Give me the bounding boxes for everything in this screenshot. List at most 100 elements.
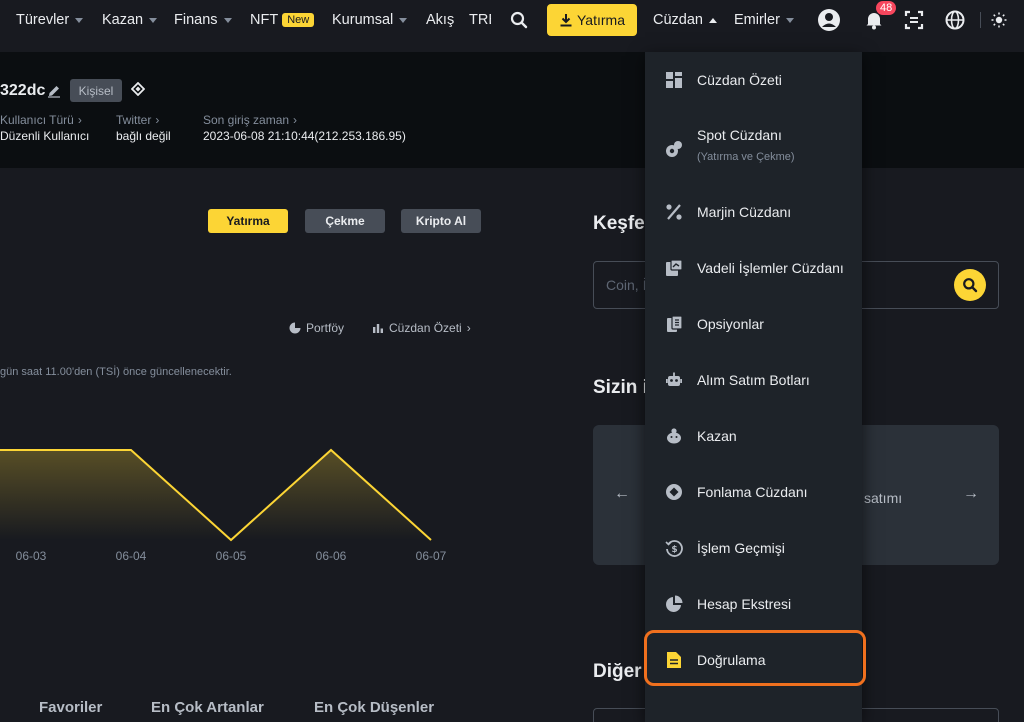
top-nav: Türevler Kazan Finans NFT New Kurumsal Ak… xyxy=(0,0,1024,40)
menu-item-sublabel: (Yatırma ve Çekme) xyxy=(697,151,795,163)
chart-x-tick-label: 06-03 xyxy=(16,549,47,563)
menu-item-account-statement[interactable]: Hesap Ekstresi xyxy=(645,578,862,630)
notification-badge: 48 xyxy=(876,1,897,15)
nav-trade[interactable]: TRE xyxy=(469,0,491,40)
account-type-tag: Kişisel xyxy=(70,79,122,102)
tab-favorites[interactable]: Favoriler xyxy=(39,699,102,716)
portfolio-link[interactable]: Portföy xyxy=(289,321,344,335)
menu-item-options[interactable]: Opsiyonlar xyxy=(645,298,862,350)
coin-search-placeholder: Coin, İ xyxy=(606,277,647,293)
grid-icon xyxy=(663,69,685,91)
nav-earn[interactable]: Kazan xyxy=(102,0,158,40)
user-id: 322dc xyxy=(0,82,46,99)
nav-derivatives[interactable]: Türevler xyxy=(16,0,84,40)
futures-icon xyxy=(663,257,685,279)
chevron-down-icon xyxy=(223,17,232,23)
last-login-label[interactable]: Son giriş zaman › xyxy=(203,113,297,127)
nav-derivatives-label: Türevler xyxy=(16,12,70,28)
deposit-small-button[interactable]: Yatırma xyxy=(208,209,288,233)
edit-icon[interactable] xyxy=(47,84,61,103)
chevron-right-icon: › xyxy=(466,321,471,335)
yours-title: Sizin i xyxy=(593,377,648,398)
arrow-right-icon[interactable]: → xyxy=(963,485,979,503)
nav-earn-label: Kazan xyxy=(102,12,144,28)
nav-orders[interactable]: Emirler xyxy=(734,0,794,40)
menu-item-margin-wallet[interactable]: Marjin Cüzdanı xyxy=(645,186,862,238)
nav-feed-label: Akış xyxy=(426,12,455,28)
percent-icon xyxy=(663,201,685,223)
search-icon[interactable] xyxy=(507,8,531,32)
arrow-left-icon[interactable]: ← xyxy=(614,485,630,503)
nav-finance[interactable]: Finans xyxy=(174,0,232,40)
menu-item-wallet-overview[interactable]: Cüzdan Özeti xyxy=(645,54,862,106)
chart-x-tick-label: 06-06 xyxy=(316,549,347,563)
menu-item-earn[interactable]: Kazan xyxy=(645,410,862,462)
app-root: Türevler Kazan Finans NFT New Kurumsal Ak… xyxy=(0,0,1024,722)
menu-item-futures-wallet[interactable]: Vadeli İşlemler Cüzdanı xyxy=(645,242,862,294)
robot-icon xyxy=(663,369,685,391)
piggy-icon xyxy=(663,425,685,447)
search-button[interactable] xyxy=(954,269,986,301)
portfolio-label: Portföy xyxy=(306,321,345,335)
download-icon xyxy=(560,14,572,27)
search-icon xyxy=(963,278,978,293)
sun-icon[interactable] xyxy=(987,8,1011,32)
verification-highlight xyxy=(644,630,866,686)
menu-item-label: Opsiyonlar xyxy=(697,316,764,332)
nav-divider xyxy=(980,12,981,28)
menu-item-spot-wallet[interactable]: Spot Cüzdanı (Yatırma ve Çekme) xyxy=(645,114,862,178)
qr-download-icon[interactable] xyxy=(902,8,926,32)
menu-item-label: Kazan xyxy=(697,428,737,444)
balance-chart: 06-03 06-04 06-05 06-06 06-07 xyxy=(0,448,447,563)
new-badge: New xyxy=(282,13,315,27)
nav-feed[interactable]: Akış xyxy=(426,0,454,40)
chevron-down-icon xyxy=(785,17,794,23)
menu-item-label: Fonlama Cüzdanı xyxy=(697,484,808,500)
user-type-label[interactable]: Kullanıcı Türü › xyxy=(0,113,82,127)
chevron-right-icon: › xyxy=(293,113,298,127)
promo-card-text: satımı xyxy=(864,490,903,506)
nav-trade-label: TRE xyxy=(469,12,491,28)
chevron-down-icon xyxy=(75,17,84,23)
menu-item-label: Vadeli İşlemler Cüzdanı xyxy=(697,260,844,276)
tab-top-losers[interactable]: En Çok Düşenler xyxy=(314,699,434,716)
chevron-up-icon xyxy=(708,17,717,23)
tab-top-gainers[interactable]: En Çok Artanlar xyxy=(151,699,264,716)
twitter-label[interactable]: Twitter › xyxy=(116,113,159,127)
pie-icon xyxy=(663,593,685,615)
nav-orders-label: Emirler xyxy=(734,12,780,28)
menu-item-transaction-history[interactable]: $ İşlem Geçmişi xyxy=(645,522,862,574)
wallet-dropdown-menu: Cüzdan Özeti Spot Cüzdanı (Yatırma ve Çe… xyxy=(645,52,862,722)
chart-x-tick-label: 06-04 xyxy=(116,549,147,563)
nav-wallet[interactable]: Cüzdan xyxy=(653,0,717,40)
wallet-overview-link[interactable]: Cüzdan Özeti › xyxy=(372,321,471,335)
pie-chart-icon xyxy=(289,322,301,334)
nav-institutional[interactable]: Kurumsal xyxy=(332,0,408,40)
user-type-label-text: Kullanıcı Türü xyxy=(0,113,74,127)
history-icon: $ xyxy=(663,537,685,559)
twitter-label-text: Twitter xyxy=(116,113,152,127)
globe-icon[interactable] xyxy=(943,8,967,32)
withdraw-button[interactable]: Çekme xyxy=(305,209,385,233)
spot-icon xyxy=(663,138,685,160)
profile-icon[interactable] xyxy=(817,8,841,32)
user-type-value: Düzenli Kullanıcı xyxy=(0,129,90,143)
chart-x-tick-label: 06-07 xyxy=(416,549,447,563)
deposit-button-label: Yatırma xyxy=(577,12,625,28)
nav-nft[interactable]: NFT New xyxy=(250,0,315,40)
menu-item-label: Marjin Cüzdanı xyxy=(697,204,792,220)
menu-item-funding-wallet[interactable]: Fonlama Cüzdanı xyxy=(645,466,862,518)
menu-item-label: Alım Satım Botları xyxy=(697,372,810,388)
update-notice: gün saat 11.00'den (TSİ) önce güncellene… xyxy=(0,366,232,378)
explore-title: Keşfe xyxy=(593,213,645,234)
last-login-label-text: Son giriş zaman xyxy=(203,113,290,127)
deposit-button[interactable]: Yatırma xyxy=(547,4,637,36)
nav-finance-label: Finans xyxy=(174,12,218,28)
vip-diamond-icon xyxy=(130,81,146,101)
options-icon xyxy=(663,313,685,335)
nav-wallet-label: Cüzdan xyxy=(653,12,703,28)
wallet-overview-label: Cüzdan Özeti xyxy=(389,321,462,335)
nav-institutional-label: Kurumsal xyxy=(332,12,394,28)
menu-item-trading-bots[interactable]: Alım Satım Botları xyxy=(645,354,862,406)
buy-crypto-button[interactable]: Kripto Al xyxy=(401,209,481,233)
